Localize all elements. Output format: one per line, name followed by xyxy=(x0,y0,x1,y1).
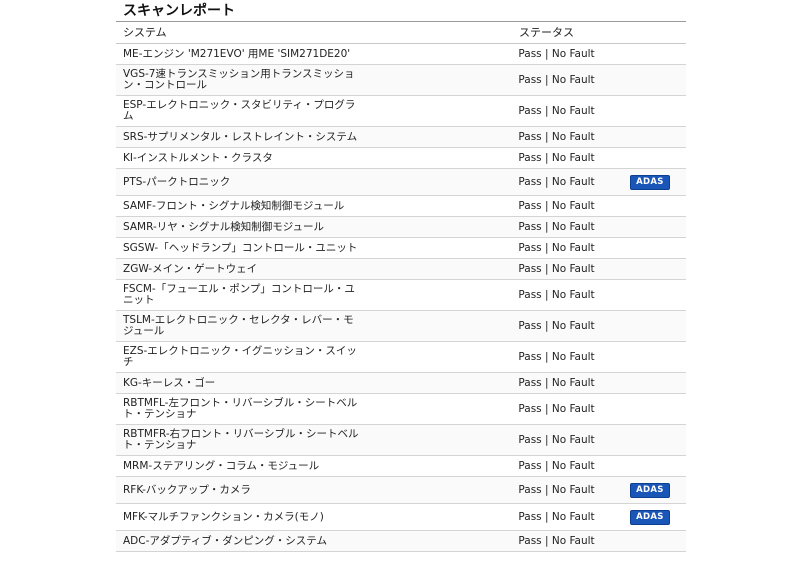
system-name: SAMR-リヤ・シグナル検知制御モジュール xyxy=(123,220,325,233)
adas-badge: ADAS xyxy=(630,482,670,498)
system-name: RBTMFL-左フロント・リバーシブル・シートベルト・テンショナ xyxy=(123,397,358,420)
badge-cell: ADAS xyxy=(630,482,686,498)
scan-report: スキャンレポート システム ステータス ME-エンジン 'M271EVO' 用M… xyxy=(116,0,686,552)
table-row: VGS-7速トランスミッション用トランスミッション・コントロール Pass | N… xyxy=(116,65,686,96)
system-list: ME-エンジン 'M271EVO' 用ME 'SIM271DE20' Pass |… xyxy=(116,44,686,552)
system-name: MFK-マルチファンクション・カメラ(モノ) xyxy=(123,510,324,523)
table-header: システム ステータス xyxy=(116,22,686,44)
system-name: RBTMFR-右フロント・リバーシブル・シートベルト・テンショナ xyxy=(123,428,359,451)
status-text: Pass | No Fault xyxy=(518,262,595,275)
system-name: SGSW-「ヘッドランプ」コントロール・ユニット xyxy=(123,241,358,254)
adas-badge: ADAS xyxy=(630,174,670,190)
status-text: Pass | No Fault xyxy=(518,151,595,164)
status-text: Pass | No Fault xyxy=(518,402,595,415)
system-name: RFK-バックアップ・カメラ xyxy=(123,483,251,496)
status-text: Pass | No Fault xyxy=(518,241,595,254)
system-name: PTS-パークトロニック xyxy=(123,175,231,188)
status-text: Pass | No Fault xyxy=(518,130,595,143)
table-row: ESP-エレクトロニック・スタビリティ・プログラム Pass | No Fault xyxy=(116,96,686,127)
status-text: Pass | No Fault xyxy=(518,47,595,60)
table-row: RBTMFR-右フロント・リバーシブル・シートベルト・テンショナ Pass | N… xyxy=(116,425,686,456)
system-name: ME-エンジン 'M271EVO' 用ME 'SIM271DE20' xyxy=(123,47,351,60)
system-name: TSLM-エレクトロニック・セレクタ・レバー・モジュール xyxy=(123,314,354,337)
status-text: Pass | No Fault xyxy=(518,104,595,117)
table-row: SAMF-フロント・シグナル検知制御モジュール Pass | No Fault xyxy=(116,196,686,217)
table-row: PTS-パークトロニック Pass | No Fault ADAS xyxy=(116,169,686,196)
status-text: Pass | No Fault xyxy=(518,199,595,212)
status-text: Pass | No Fault xyxy=(518,350,595,363)
badge-cell: ADAS xyxy=(630,174,686,190)
status-text: Pass | No Fault xyxy=(518,459,595,472)
system-name: VGS-7速トランスミッション用トランスミッション・コントロール xyxy=(123,68,355,91)
system-name: EZS-エレクトロニック・イグニッション・スイッチ xyxy=(123,345,357,368)
table-row: FSCM-「フューエル・ポンプ」コントロール・ユニット Pass | No Fau… xyxy=(116,280,686,311)
table-row: SAMR-リヤ・シグナル検知制御モジュール Pass | No Fault xyxy=(116,217,686,238)
table-row: SRS-サプリメンタル・レストレイント・システム Pass | No Fault xyxy=(116,127,686,148)
status-text: Pass | No Fault xyxy=(518,319,595,332)
table-row: KI-インストルメント・クラスタ Pass | No Fault xyxy=(116,148,686,169)
system-name: SRS-サプリメンタル・レストレイント・システム xyxy=(123,130,358,143)
table-row: MFK-マルチファンクション・カメラ(モノ) Pass | No Fault ADA… xyxy=(116,504,686,531)
system-name: MRM-ステアリング・コラム・モジュール xyxy=(123,459,320,472)
status-text: Pass | No Fault xyxy=(518,510,595,523)
status-text: Pass | No Fault xyxy=(518,534,595,547)
system-name: SAMF-フロント・シグナル検知制御モジュール xyxy=(123,199,345,212)
status-text: Pass | No Fault xyxy=(518,175,595,188)
table-row: TSLM-エレクトロニック・セレクタ・レバー・モジュール Pass | No Fa… xyxy=(116,311,686,342)
status-text: Pass | No Fault xyxy=(518,288,595,301)
system-name: ADC-アダプティブ・ダンピング・システム xyxy=(123,534,327,547)
system-name: KG-キーレス・ゴー xyxy=(123,376,216,389)
system-name: ZGW-メイン・ゲートウェイ xyxy=(123,262,258,275)
system-name: FSCM-「フューエル・ポンプ」コントロール・ユニット xyxy=(123,283,355,306)
table-row: ME-エンジン 'M271EVO' 用ME 'SIM271DE20' Pass |… xyxy=(116,44,686,65)
system-name: KI-インストルメント・クラスタ xyxy=(123,151,273,164)
column-header-status: ステータス xyxy=(519,26,574,39)
status-text: Pass | No Fault xyxy=(518,483,595,496)
table-row: SGSW-「ヘッドランプ」コントロール・ユニット Pass | No Fault xyxy=(116,238,686,259)
table-row: RBTMFL-左フロント・リバーシブル・シートベルト・テンショナ Pass | N… xyxy=(116,394,686,425)
column-header-system: システム xyxy=(123,26,167,39)
adas-badge: ADAS xyxy=(630,509,670,525)
status-text: Pass | No Fault xyxy=(518,376,595,389)
table-row: EZS-エレクトロニック・イグニッション・スイッチ Pass | No Fault xyxy=(116,342,686,373)
table-row: RFK-バックアップ・カメラ Pass | No Fault ADAS xyxy=(116,477,686,504)
badge-cell: ADAS xyxy=(630,509,686,525)
table-row: ZGW-メイン・ゲートウェイ Pass | No Fault xyxy=(116,259,686,280)
table-row: ADC-アダプティブ・ダンピング・システム Pass | No Fault xyxy=(116,531,686,552)
table-row: MRM-ステアリング・コラム・モジュール Pass | No Fault xyxy=(116,456,686,477)
report-title: スキャンレポート xyxy=(116,0,686,22)
status-text: Pass | No Fault xyxy=(518,73,595,86)
system-name: ESP-エレクトロニック・スタビリティ・プログラム xyxy=(123,99,356,122)
status-text: Pass | No Fault xyxy=(518,220,595,233)
status-text: Pass | No Fault xyxy=(518,433,595,446)
table-row: KG-キーレス・ゴー Pass | No Fault xyxy=(116,373,686,394)
